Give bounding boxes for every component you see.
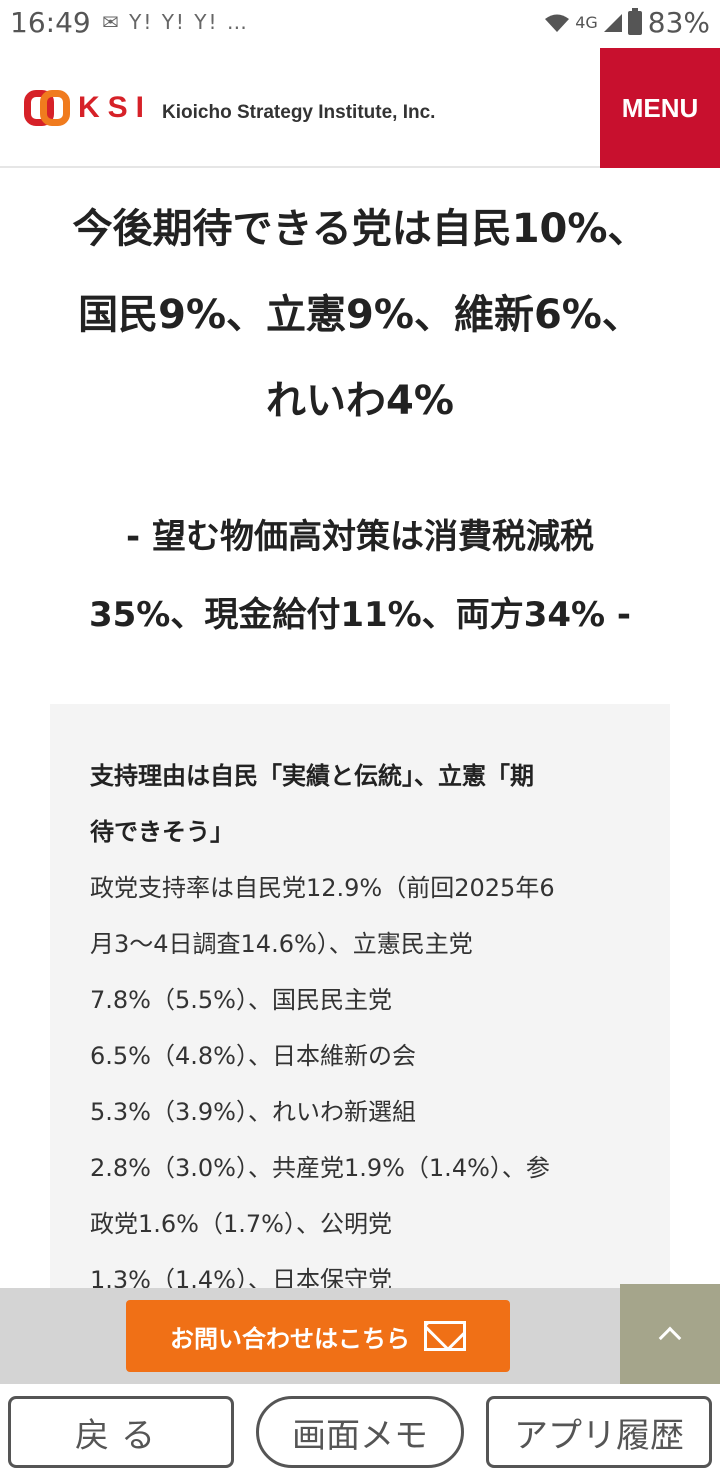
subhead-line: - 望む物価高対策は消費税減税 — [126, 517, 594, 557]
summary-line: 5.3%（3.9%）、れいわ新選組 — [90, 1098, 416, 1126]
chevron-up-icon — [658, 1326, 682, 1350]
summary-box: 支持理由は自民「実績と伝統」、立憲「期 待できそう」 政党支持率は自民党12.9… — [50, 704, 670, 1324]
status-bar: 16:49 ✉ Y! Y! Y! … 4G 83% — [0, 0, 720, 48]
contact-button[interactable]: お問い合わせはこちら — [126, 1300, 510, 1372]
logo-rings-icon — [24, 88, 70, 128]
summary-body: 政党支持率は自民党12.9%（前回2025年6 月3〜4日調査14.6%）、立憲… — [90, 860, 630, 1308]
summary-line: 月3〜4日調査14.6%）、立憲民主党 — [90, 930, 473, 958]
menu-button[interactable]: MENU — [600, 48, 720, 168]
scroll-to-top-button[interactable] — [620, 1284, 720, 1384]
back-button[interactable]: 戻る — [8, 1396, 234, 1468]
signal-icon — [603, 13, 622, 32]
site-logo[interactable]: KSI Kioicho Strategy Institute, Inc. — [24, 88, 435, 128]
network-type: 4G — [575, 13, 598, 32]
app-history-button[interactable]: アプリ履歴 — [486, 1396, 712, 1468]
summary-line: 7.8%（5.5%）、国民民主党 — [90, 986, 392, 1014]
battery-icon — [627, 7, 642, 35]
mail-icon — [424, 1321, 466, 1351]
battery-level: 83% — [647, 6, 710, 39]
summary-line: 政党支持率は自民党12.9%（前回2025年6 — [90, 874, 555, 902]
article-subheadline: - 望む物価高対策は消費税減税 35%、現金給付11%、両方34% - — [40, 498, 680, 654]
browser-toolbar: 戻る 画面メモ アプリ履歴 — [0, 1384, 720, 1480]
article-headline: 今後期待できる党は自民10%、 国民9%、立憲9%、維新6%、 れいわ4% — [40, 186, 680, 444]
summary-line: 政党1.6%（1.7%）、公明党 — [90, 1210, 392, 1238]
site-header: KSI Kioicho Strategy Institute, Inc. MEN… — [0, 48, 720, 168]
logo-company-name: Kioicho Strategy Institute, Inc. — [162, 102, 436, 123]
summary-title: 支持理由は自民「実績と伝統」、立憲「期 待できそう」 — [90, 748, 630, 860]
headline-line: 今後期待できる党は自民10%、 — [72, 206, 648, 252]
headline-line: 国民9%、立憲9%、維新6%、 — [78, 292, 642, 338]
notification-icons: ✉ Y! Y! Y! … — [102, 10, 249, 34]
status-time: 16:49 — [10, 6, 91, 39]
summary-title-line: 支持理由は自民「実績と伝統」、立憲「期 — [90, 762, 534, 790]
headline-line: れいわ4% — [266, 378, 454, 424]
contact-button-label: お問い合わせはこちら — [170, 1324, 410, 1353]
contact-bar: お問い合わせはこちら — [0, 1288, 720, 1384]
summary-line: 6.5%（4.8%）、日本維新の会 — [90, 1042, 416, 1070]
wifi-icon — [545, 14, 570, 32]
logo-mark-text: KSI — [78, 91, 153, 124]
screen-memo-button[interactable]: 画面メモ — [256, 1396, 464, 1468]
summary-line: 2.8%（3.0%）、共産党1.9%（1.4%）、参 — [90, 1154, 550, 1182]
subhead-line: 35%、現金給付11%、両方34% - — [88, 595, 632, 635]
status-right: 4G 83% — [545, 6, 710, 39]
summary-title-line: 待できそう」 — [90, 818, 234, 846]
